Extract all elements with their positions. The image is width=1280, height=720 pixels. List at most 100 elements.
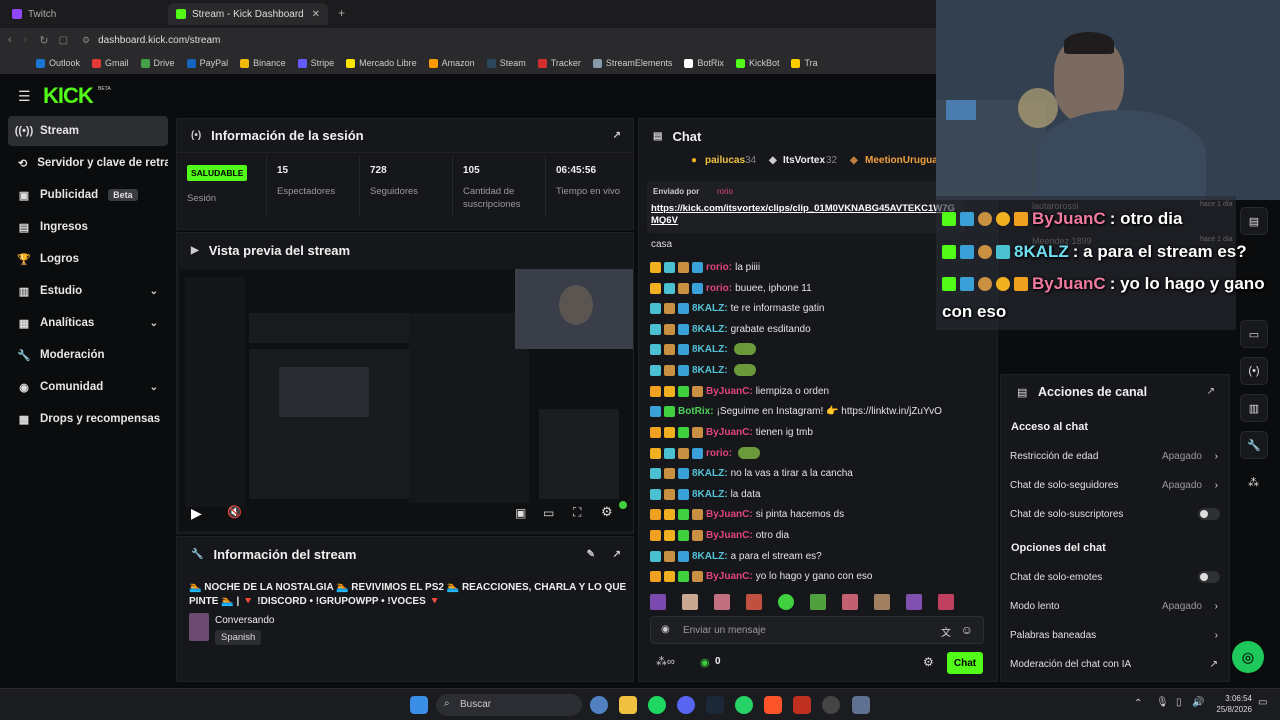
tab-twitch[interactable]: Twitch (4, 3, 164, 25)
url-field[interactable]: dashboard.kick.com/stream (98, 35, 220, 46)
chat-username[interactable]: 8KALZ: (692, 468, 728, 479)
sidebar-item-achievements[interactable]: 🏆 Logros (8, 244, 168, 274)
theater-icon[interactable]: ▭ (543, 506, 554, 520)
discord-icon[interactable] (677, 696, 695, 714)
top-user[interactable]: pailucas (705, 155, 745, 166)
top-user[interactable]: ItsVortex (783, 155, 825, 166)
chat-username[interactable]: 8KALZ: (692, 344, 728, 355)
play-icon[interactable]: ▶ (191, 505, 202, 522)
subscribers-only-toggle[interactable] (1198, 508, 1220, 520)
emote-icon[interactable] (714, 594, 730, 610)
spotify-icon[interactable] (648, 696, 666, 714)
chat-username[interactable]: ByJuanC: (706, 571, 753, 582)
channel-points-icon[interactable]: ⁂∞ (656, 655, 675, 668)
mute-icon[interactable]: 🔇 (227, 505, 242, 519)
apps-tool-icon[interactable]: ⁂ (1248, 476, 1259, 489)
windows-start-icon[interactable] (410, 696, 428, 714)
emote-icon[interactable] (874, 594, 890, 610)
bookmark-tra[interactable]: Tra (791, 58, 818, 68)
chat-username[interactable]: 8KALZ: (692, 303, 728, 314)
chat-tool-icon[interactable]: ▭ (1240, 320, 1268, 348)
clock[interactable]: 3:06:54 25/8/2026 (1214, 694, 1252, 716)
chat-input[interactable]: ◉ Enviar un mensaje 文 ☺ (650, 616, 984, 644)
sidebar-item-server-key[interactable]: ⟲ Servidor y clave de retransmisión (8, 148, 168, 178)
chat-username[interactable]: ByJuanC: (706, 427, 753, 438)
edit-icon[interactable]: ✎ (587, 549, 595, 560)
menu-icon[interactable]: ☰ (18, 88, 31, 105)
settings-icon[interactable]: ⚙ (601, 504, 613, 520)
setting-banned-words[interactable]: Palabras baneadas › (1010, 624, 1220, 646)
emote-icon[interactable] (938, 594, 954, 610)
chat-username[interactable]: ByJuanC: (706, 386, 753, 397)
sidebar-item-studio[interactable]: ▥ Estudio ⌄ (8, 276, 168, 306)
sidebar-item-moderation[interactable]: 🔧 Moderación (8, 340, 168, 370)
emotes-only-toggle[interactable] (1198, 571, 1220, 583)
sidebar-item-drops[interactable]: ▩ Drops y recompensas (8, 404, 168, 434)
chat-username[interactable]: ByJuanC: (706, 509, 753, 520)
popout-icon[interactable]: ↗ (1207, 386, 1215, 397)
bookmark-tracker[interactable]: Tracker (537, 58, 581, 68)
new-tab-icon[interactable]: + (338, 6, 345, 20)
emote-icon[interactable] (842, 594, 858, 610)
reload-icon[interactable]: ↻ (39, 34, 48, 47)
widgets-icon[interactable] (590, 696, 608, 714)
sidebar-item-analytics[interactable]: ▦ Analíticas ⌄ (8, 308, 168, 338)
bookmark-binance[interactable]: Binance (240, 58, 286, 68)
emote-icon[interactable] (810, 594, 826, 610)
broadcast-tool-icon[interactable]: (•) (1240, 357, 1268, 385)
volume-icon[interactable]: 🔊 (1192, 697, 1204, 708)
sidebar-item-community[interactable]: ◉ Comunidad ⌄ (8, 372, 168, 402)
chat-username[interactable]: BotRix: (678, 406, 714, 417)
stream-category[interactable]: Conversando (215, 615, 274, 626)
app-icon[interactable] (793, 696, 811, 714)
forward-icon[interactable]: › (24, 34, 28, 46)
app-icon[interactable] (852, 696, 870, 714)
pinned-link[interactable]: https://kick.com/itsvortex/clips/clip_01… (651, 203, 961, 228)
setting-followers-only[interactable]: Chat de solo-seguidores Apagado › (1010, 474, 1220, 496)
notification-icon[interactable]: ▭ (1258, 697, 1267, 708)
chat-username[interactable]: rorio: (706, 283, 732, 294)
chat-username[interactable]: 8KALZ: (692, 324, 728, 335)
chat-username[interactable]: 8KALZ: (692, 365, 728, 376)
bookmark-gmail[interactable]: Gmail (92, 58, 129, 68)
popout-icon[interactable]: ↗ (613, 549, 621, 560)
setting-slow-mode[interactable]: Modo lento Apagado › (1010, 595, 1220, 617)
popout-icon[interactable]: ↗ (613, 130, 621, 141)
storage-tool-icon[interactable]: ▥ (1240, 394, 1268, 422)
emote-icon[interactable] (778, 594, 794, 610)
sidebar-item-stream[interactable]: ((•)) Stream (8, 116, 168, 146)
send-chat-button[interactable]: Chat (947, 652, 983, 674)
stream-preview-video[interactable]: ▶ 🔇 ▣ ▭ ⛶ ⚙ (179, 269, 633, 531)
top-user[interactable]: MeetionUruguay (865, 155, 943, 166)
bookmark-amazon[interactable]: Amazon (428, 58, 475, 68)
file-explorer-icon[interactable] (619, 696, 637, 714)
back-icon[interactable]: ‹ (8, 34, 12, 46)
wrench-tool-icon[interactable]: 🔧 (1240, 431, 1268, 459)
chat-username[interactable]: rorio: (706, 448, 732, 459)
bookmark-icon[interactable]: ▢ (59, 35, 68, 46)
chat-settings-icon[interactable]: ⚙ (923, 655, 934, 669)
bookmark-outlook[interactable]: Outlook (36, 58, 80, 68)
support-chat-icon[interactable]: ◎ (1232, 641, 1264, 673)
bookmark-steam[interactable]: Steam (486, 58, 526, 68)
whatsapp-icon[interactable] (735, 696, 753, 714)
taskbar-search[interactable]: ⌕ Buscar (436, 694, 582, 716)
steam-icon[interactable] (706, 696, 724, 714)
pip-icon[interactable]: ▣ (515, 506, 526, 520)
bookmark-streamelements[interactable]: StreamElements (592, 58, 672, 68)
bookmark-paypal[interactable]: PayPal (186, 58, 228, 68)
translate-icon[interactable]: 文 (941, 624, 951, 639)
emote-icon[interactable] (682, 594, 698, 610)
emoji-icon[interactable]: ☺ (961, 623, 973, 637)
wifi-icon[interactable]: ▯ (1176, 697, 1182, 708)
tab-kick-dashboard[interactable]: Stream - Kick Dashboard ✕ (168, 3, 328, 25)
obs-icon[interactable] (822, 696, 840, 714)
bookmark-stripe[interactable]: Stripe (297, 58, 334, 68)
bookmark-drive[interactable]: Drive (140, 58, 175, 68)
emote-icon[interactable] (650, 594, 666, 610)
emote-icon[interactable] (906, 594, 922, 610)
sidebar-item-ads[interactable]: ▣ Publicidad Beta (8, 180, 168, 210)
bookmark-botrix[interactable]: BotRix (684, 58, 724, 68)
microphone-icon[interactable]: 🎙 (1156, 697, 1169, 708)
sidebar-item-income[interactable]: ▤ Ingresos (8, 212, 168, 242)
